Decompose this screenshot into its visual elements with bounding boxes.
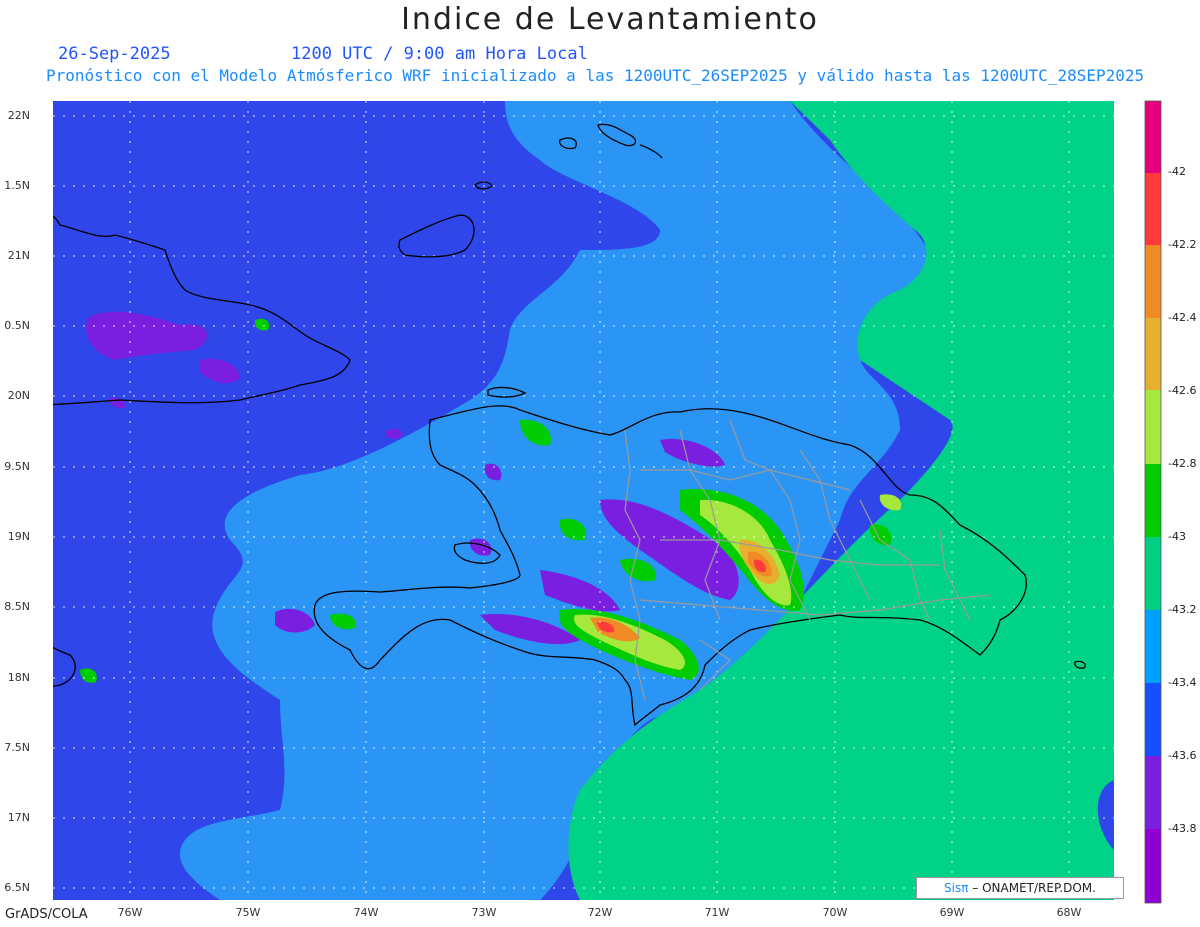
colorbar-label: -42.2 <box>1168 238 1197 251</box>
y-tick-label: 19N <box>7 530 30 543</box>
colorbar-swatch-2 <box>1145 173 1161 245</box>
x-tick-label: 76W <box>117 906 143 919</box>
colorbar-swatch-11 <box>1145 829 1161 903</box>
colorbar-swatch-4 <box>1145 318 1161 390</box>
credit-org: – ONAMET/REP.DOM. <box>972 881 1096 895</box>
y-tick-label: 0.5N <box>4 319 30 332</box>
colorbar-label: -43.8 <box>1168 822 1197 835</box>
colorbar-swatch-5 <box>1145 390 1161 464</box>
colorbar-swatch-6 <box>1145 464 1161 537</box>
x-tick-label: 70W <box>822 906 848 919</box>
colorbar-label: -43.6 <box>1168 749 1197 762</box>
colorbar-label: -42.4 <box>1168 311 1197 324</box>
colorbar-label: -42.8 <box>1168 457 1197 470</box>
lifted-index-field <box>53 101 1114 900</box>
colorbar-swatch-9 <box>1145 683 1161 756</box>
credit-sis: Sis <box>944 881 962 895</box>
y-tick-label: 1.5N <box>4 179 30 192</box>
x-tick-label: 75W <box>235 906 261 919</box>
colorbar-swatch-7 <box>1145 537 1161 610</box>
y-tick-label: 8.5N <box>4 600 30 613</box>
y-tick-label: 6.5N <box>4 881 30 894</box>
x-tick-label: 71W <box>704 906 730 919</box>
x-tick-label: 74W <box>353 906 379 919</box>
colorbar <box>1144 100 1162 904</box>
colorbar-label: -42 <box>1168 165 1186 178</box>
colorbar-label: -43.4 <box>1168 676 1197 689</box>
colorbar-label: -42.6 <box>1168 384 1197 397</box>
y-tick-label: 7.5N <box>4 741 30 754</box>
credit-box: Sisπ – ONAMET/REP.DOM. <box>916 877 1124 899</box>
x-tick-label: 73W <box>471 906 497 919</box>
x-tick-label: 69W <box>939 906 965 919</box>
colorbar-label: -43 <box>1168 530 1186 543</box>
colorbar-swatch-8 <box>1145 610 1161 683</box>
y-tick-label: 20N <box>7 389 30 402</box>
y-tick-label: 17N <box>7 811 30 824</box>
software-credit: GrADS/COLA <box>5 907 88 922</box>
colorbar-swatch-10 <box>1145 756 1161 829</box>
y-tick-label: 22N <box>7 109 30 122</box>
colorbar-swatch-3 <box>1145 245 1161 318</box>
y-tick-label: 9.5N <box>4 460 30 473</box>
colorbar-swatch-1 <box>1145 101 1161 173</box>
colorbar-label: -43.2 <box>1168 603 1197 616</box>
y-tick-label: 18N <box>7 671 30 684</box>
x-tick-label: 72W <box>587 906 613 919</box>
y-tick-label: 21N <box>7 249 30 262</box>
map-plot <box>53 100 1162 904</box>
x-tick-label: 68W <box>1056 906 1082 919</box>
credit-pi: π <box>961 881 969 895</box>
